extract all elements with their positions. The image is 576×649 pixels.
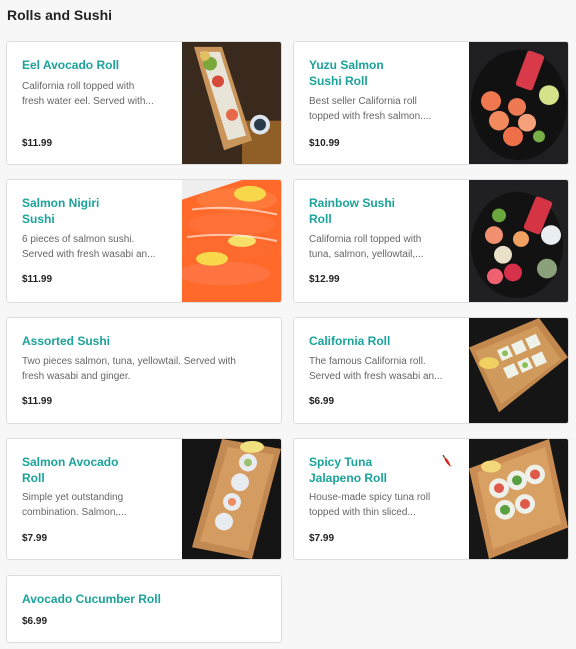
item-price: $7.99: [309, 533, 335, 544]
salmon-nigiri-photo: [182, 180, 281, 302]
item-price: $11.99: [22, 396, 53, 407]
item-description: California roll topped with fresh water e…: [22, 81, 154, 107]
item-name: Yuzu Salmon Sushi Roll: [309, 58, 384, 88]
rainbow-roll-photo: [469, 180, 568, 302]
menu-item-card[interactable]: Avocado Cucumber Roll $6.99: [6, 575, 282, 643]
item-name: Eel Avocado Roll: [22, 58, 120, 72]
item-description: California roll topped with tuna, salmon,…: [309, 234, 424, 260]
menu-item-card[interactable]: Eel Avocado Roll California roll topped …: [6, 41, 282, 165]
chili-pepper-icon: [441, 454, 453, 469]
salmon-avocado-roll-photo: [182, 439, 281, 559]
menu-item-card[interactable]: Assorted Sushi Two pieces salmon, tuna, …: [6, 317, 282, 424]
menu-item-card[interactable]: Salmon Nigiri Sushi 6 pieces of salmon su…: [6, 179, 282, 303]
item-price: $11.99: [22, 274, 53, 285]
item-name: Assorted Sushi: [22, 334, 111, 348]
item-name: Avocado Cucumber Roll: [22, 592, 161, 606]
yuzu-salmon-roll-photo: [469, 42, 568, 164]
california-roll-photo: [469, 318, 568, 423]
item-description: Simple yet outstanding combination. Salmo…: [22, 492, 127, 518]
item-price: $10.99: [309, 138, 340, 149]
spicy-tuna-roll-photo: [469, 439, 568, 559]
item-description: The famous California roll. Served with f…: [309, 356, 443, 382]
section-title: Rolls and Sushi: [7, 7, 113, 23]
item-description: Two pieces salmon, tuna, yellowtail. Ser…: [22, 356, 236, 382]
item-name: California Roll: [309, 334, 391, 348]
item-price: $7.99: [22, 533, 48, 544]
item-description: Best seller California roll topped with f…: [309, 96, 432, 122]
eel-avocado-roll-photo: [182, 42, 281, 164]
item-name: Spicy Tuna Jalapeno Roll: [309, 455, 388, 485]
item-description: House-made spicy tuna roll topped with th…: [309, 492, 431, 518]
menu-item-card[interactable]: California Roll The famous California ro…: [293, 317, 569, 424]
item-name: Salmon Nigiri Sushi: [22, 196, 100, 226]
item-price: $6.99: [309, 396, 335, 407]
menu-item-card[interactable]: Spicy Tuna Jalapeno Roll House-made spicy…: [293, 438, 569, 560]
item-name: Salmon Avocado Roll: [22, 455, 119, 485]
item-name: Rainbow Sushi Roll: [309, 196, 396, 226]
menu-item-card[interactable]: Salmon Avocado Roll Simple yet outstandin…: [6, 438, 282, 560]
item-description: 6 pieces of salmon sushi. Served with fre…: [22, 234, 156, 260]
menu-item-card[interactable]: Yuzu Salmon Sushi Roll Best seller Califo…: [293, 41, 569, 165]
item-price: $11.99: [22, 138, 53, 149]
menu-item-card[interactable]: Rainbow Sushi Roll California roll topped…: [293, 179, 569, 303]
item-price: $6.99: [22, 616, 48, 627]
item-price: $12.99: [309, 274, 340, 285]
